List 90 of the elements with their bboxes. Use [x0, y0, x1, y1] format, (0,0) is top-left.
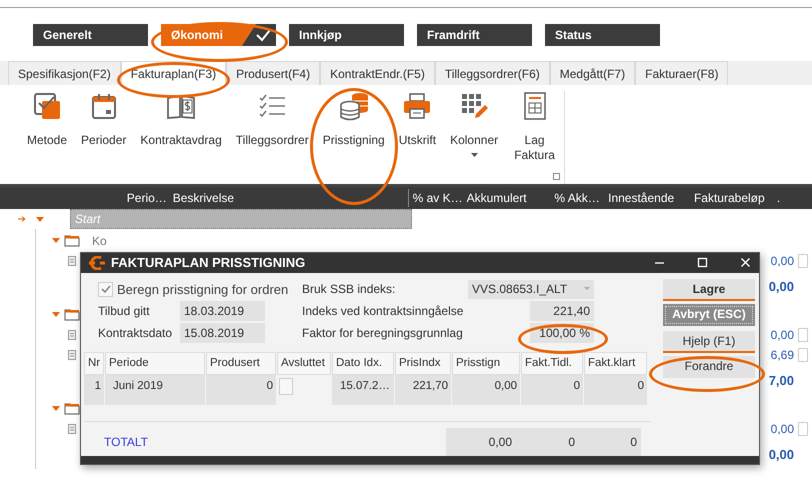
field-label: Faktor for beregningsgrunnlag	[301, 325, 464, 342]
column-header[interactable]: % av K…	[408, 189, 463, 207]
column-header[interactable]: % Akk…	[550, 189, 604, 207]
field-label: Bruk SSB indeks:	[301, 281, 396, 298]
ribbon-button[interactable]: Utskrift	[392, 91, 444, 184]
amount: 7,00	[768, 372, 794, 390]
total-value: 0	[567, 434, 576, 450]
row-code: Ko	[92, 233, 108, 250]
tab[interactable]: Medgått(F7)	[550, 61, 636, 85]
column-header[interactable]: Fakt.Tidl.	[521, 352, 583, 376]
tab[interactable]: Produsert(F4)	[226, 61, 320, 85]
column-header[interactable]: Beskrivelse	[168, 189, 409, 207]
amount: 0,00	[770, 421, 794, 438]
column-header[interactable]: Dato Idx.	[332, 352, 394, 376]
field-label: Tilbud gitt	[98, 303, 151, 320]
table-cell: 0	[584, 375, 647, 404]
amount: 0,00	[768, 446, 794, 464]
dialog-button[interactable]: Hjelp (F1)	[663, 330, 755, 352]
column-header[interactable]: Akkumulert	[462, 189, 550, 207]
printer-icon	[402, 91, 432, 121]
column-header[interactable]: Perio…	[122, 189, 169, 207]
table-cell: 0	[521, 375, 583, 404]
column-header[interactable]: Avsluttet	[277, 352, 331, 376]
dialog-launcher-icon[interactable]	[553, 173, 560, 180]
field-value: 18.03.2019	[180, 301, 265, 321]
column-header[interactable]: Periode	[105, 352, 205, 376]
folder-icon	[64, 234, 80, 246]
document-icon	[68, 350, 76, 360]
column-header[interactable]: Nr	[84, 352, 104, 376]
dialog-button[interactable]: Lagre	[663, 278, 755, 300]
total-label: TOTALT	[103, 434, 150, 450]
ribbon-button[interactable]: Metode	[20, 91, 74, 184]
column-header[interactable]: Fakturabeløp	[690, 189, 773, 207]
ribbon-button[interactable]: Kolonner	[443, 91, 506, 184]
column-header[interactable]: Prisstign	[452, 352, 520, 376]
checkbox[interactable]	[279, 378, 293, 396]
section-tab[interactable]: Innkjøp	[289, 24, 404, 46]
total-value: 0	[629, 434, 638, 450]
checkbox-icon	[32, 91, 62, 121]
field-label: Kontraktsdato	[98, 325, 174, 342]
checkbox-label: Beregn prisstigning for ordren	[117, 280, 288, 299]
amount: 0,00	[770, 327, 794, 344]
tab[interactable]: Spesifikasjon(F2)	[8, 61, 121, 85]
check-icon	[100, 285, 110, 294]
tab[interactable]: KontraktEndr.(F5)	[320, 61, 435, 85]
section-tab[interactable]: Status	[545, 24, 660, 46]
checkbox[interactable]	[798, 422, 808, 436]
checkbox[interactable]	[798, 328, 808, 342]
section-tab[interactable]: Framdrift	[417, 24, 532, 46]
app-logo-icon	[89, 256, 105, 270]
maximize-icon[interactable]	[697, 257, 708, 268]
ribbon-button[interactable]: Lag Faktura	[505, 91, 564, 184]
field-value: 15.08.2019	[180, 323, 265, 343]
checkbox[interactable]	[798, 254, 808, 268]
check-icon	[242, 24, 276, 46]
dialog-title: FAKTURAPLAN PRISSTIGNING	[111, 254, 306, 272]
index-dropdown[interactable]: VVS.08653.I_ALT	[468, 280, 594, 299]
amount: 6,69	[770, 347, 794, 364]
column-header[interactable]: Produsert	[206, 352, 276, 376]
grid-edit-icon	[459, 91, 490, 121]
coins-icon	[338, 91, 369, 121]
field-label: Indeks ved kontraktsinngåelse	[301, 303, 464, 320]
field-value: 221,40	[530, 301, 594, 321]
table-cell: 1	[84, 375, 104, 404]
ribbon-button[interactable]: Tilleggsordrer	[228, 91, 316, 184]
amount: 0,00	[768, 278, 794, 296]
caret-icon	[584, 287, 590, 292]
column-header[interactable]: PrisIndx	[395, 352, 451, 376]
column-header[interactable]: .	[772, 189, 812, 207]
tab[interactable]: Fakturaer(F8)	[635, 61, 728, 85]
table-cell: 0	[206, 375, 276, 404]
table-cell: 221,70	[395, 375, 451, 404]
amount: 0,00	[770, 253, 794, 270]
close-icon[interactable]	[740, 257, 751, 268]
document-icon	[68, 330, 76, 340]
table-cell: 15.07.2…	[332, 375, 394, 404]
table-cell: 0,00	[452, 375, 520, 404]
row-label: Start	[70, 209, 412, 229]
ribbon-button[interactable]: Kontraktavdrag	[133, 91, 229, 184]
tab[interactable]: Tilleggsordrer(F6)	[434, 61, 550, 85]
checkbox[interactable]	[798, 348, 808, 362]
table-cell: Juni 2019	[105, 375, 205, 404]
column-header[interactable]: Innestående	[604, 189, 690, 207]
ribbon-button[interactable]: Prisstigning	[316, 91, 392, 184]
section-tab[interactable]: Generelt	[33, 24, 148, 46]
total-value: 0,00	[488, 434, 513, 450]
document-icon	[68, 256, 76, 266]
document-icon	[68, 424, 76, 434]
column-header[interactable]: Fakt.klart	[584, 352, 647, 376]
ribbon-button[interactable]: Perioder	[74, 91, 134, 184]
